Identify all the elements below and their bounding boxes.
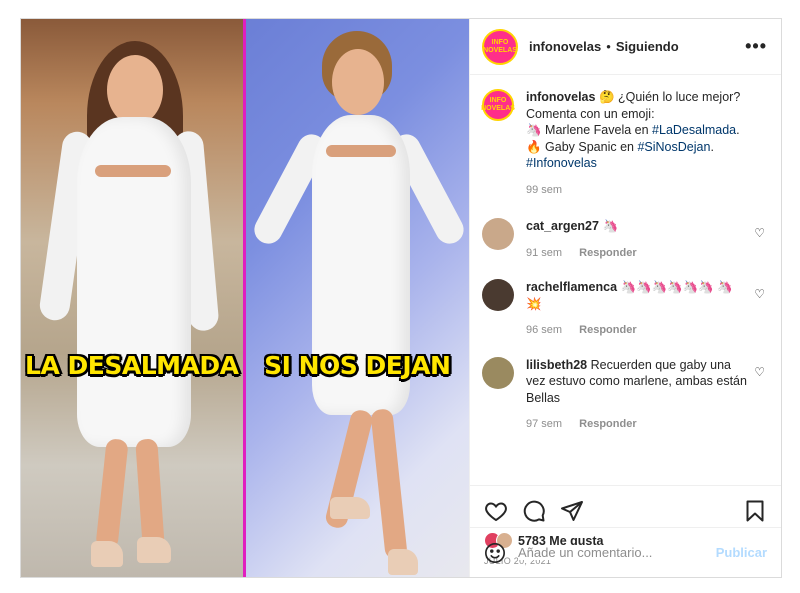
comment-icon[interactable] — [522, 499, 546, 523]
overlay-label-right: SI NOS DEJAN — [264, 351, 451, 380]
emoji-icon[interactable] — [484, 542, 506, 564]
comment-text: 🦄 — [602, 219, 619, 233]
comment-item: lilisbeth28 Recuerden que gaby una vez e… — [482, 356, 767, 433]
avatar[interactable]: INFO NOVELAS — [482, 28, 518, 65]
reply-button[interactable]: Responder — [579, 247, 636, 259]
comments-section[interactable]: INFO NOVELAS infonovelas 🤔 ¿Quién lo luc… — [470, 75, 781, 485]
heart-icon[interactable] — [484, 499, 508, 523]
shoe-shape — [137, 537, 171, 563]
caption-username[interactable]: infonovelas — [526, 90, 595, 104]
reply-button[interactable]: Responder — [579, 418, 636, 430]
overlay-label-left: LA DESALMADA — [25, 351, 239, 380]
post-caption: INFO NOVELAS infonovelas 🤔 ¿Quién lo luc… — [481, 89, 767, 198]
instagram-post: LA DESALMADA SI NOS DEJAN INFO NOVELAS i… — [20, 18, 782, 578]
cutout-shape — [95, 165, 171, 177]
comment-like-heart-icon[interactable]: ♡ — [754, 287, 765, 301]
caption-line-2-suffix: . — [736, 123, 740, 137]
caption-avatar[interactable]: INFO NOVELAS — [481, 89, 515, 121]
comment-item: rachelflamenca 🦄🦄🦄🦄🦄🦄 🦄💥 96 sem Responde… — [482, 279, 767, 339]
left-photo-panel: LA DESALMADA — [21, 19, 243, 577]
post-header: INFO NOVELAS infonovelas • Siguiendo ••• — [470, 19, 781, 75]
caption-time: 99 sem — [526, 183, 563, 196]
hashtag-link[interactable]: #SiNosDejan — [637, 140, 710, 154]
post-image[interactable]: LA DESALMADA SI NOS DEJAN — [21, 19, 469, 577]
header-separator: • — [606, 39, 611, 54]
comment-username[interactable]: cat_argen27 — [526, 219, 599, 233]
face-shape — [107, 55, 163, 125]
hashtag-link[interactable]: #Infonovelas — [526, 156, 597, 170]
share-icon[interactable] — [560, 499, 584, 523]
publish-button[interactable]: Publicar — [716, 545, 767, 560]
commenter-avatar[interactable] — [482, 218, 514, 250]
face-shape — [331, 49, 384, 115]
shoe-shape — [387, 549, 418, 575]
caption-line-2-prefix: 🦄 Marlene Favela en — [526, 123, 653, 137]
comment-item: cat_argen27 🦄 91 sem Responder ♡ — [482, 218, 767, 261]
bookmark-icon[interactable] — [743, 499, 767, 523]
post-sidebar: INFO NOVELAS infonovelas • Siguiendo •••… — [469, 19, 781, 577]
comment-time: 91 sem — [526, 246, 563, 259]
caption-line-3-prefix: 🔥 Gaby Spanic en — [526, 139, 638, 154]
comment-username[interactable]: lilisbeth28 — [526, 358, 587, 372]
shoe-shape — [91, 541, 123, 567]
leg-shape — [135, 438, 165, 550]
leg-shape — [95, 438, 129, 550]
comment-like-heart-icon[interactable]: ♡ — [754, 365, 765, 379]
caption-line-3-suffix: . — [710, 139, 714, 154]
comment-time: 97 sem — [526, 418, 563, 430]
comment-username[interactable]: rachelflamenca — [526, 280, 617, 294]
shoe-shape — [329, 497, 370, 519]
more-options-icon[interactable]: ••• — [745, 36, 767, 57]
right-photo-panel: SI NOS DEJAN — [245, 19, 469, 577]
leg-shape — [369, 408, 408, 560]
commenter-avatar[interactable] — [482, 279, 514, 311]
comment-input[interactable] — [518, 545, 716, 560]
hashtag-link[interactable]: #LaDesalmada — [652, 123, 736, 137]
comment-time: 96 sem — [526, 324, 563, 336]
cutout-shape — [325, 145, 396, 157]
add-comment-bar: Publicar — [470, 527, 781, 577]
commenter-avatar[interactable] — [482, 356, 514, 389]
following-button[interactable]: Siguiendo — [616, 39, 679, 54]
comment-like-heart-icon[interactable]: ♡ — [754, 226, 765, 240]
header-username[interactable]: infonovelas — [529, 39, 601, 54]
reply-button[interactable]: Responder — [579, 324, 636, 336]
